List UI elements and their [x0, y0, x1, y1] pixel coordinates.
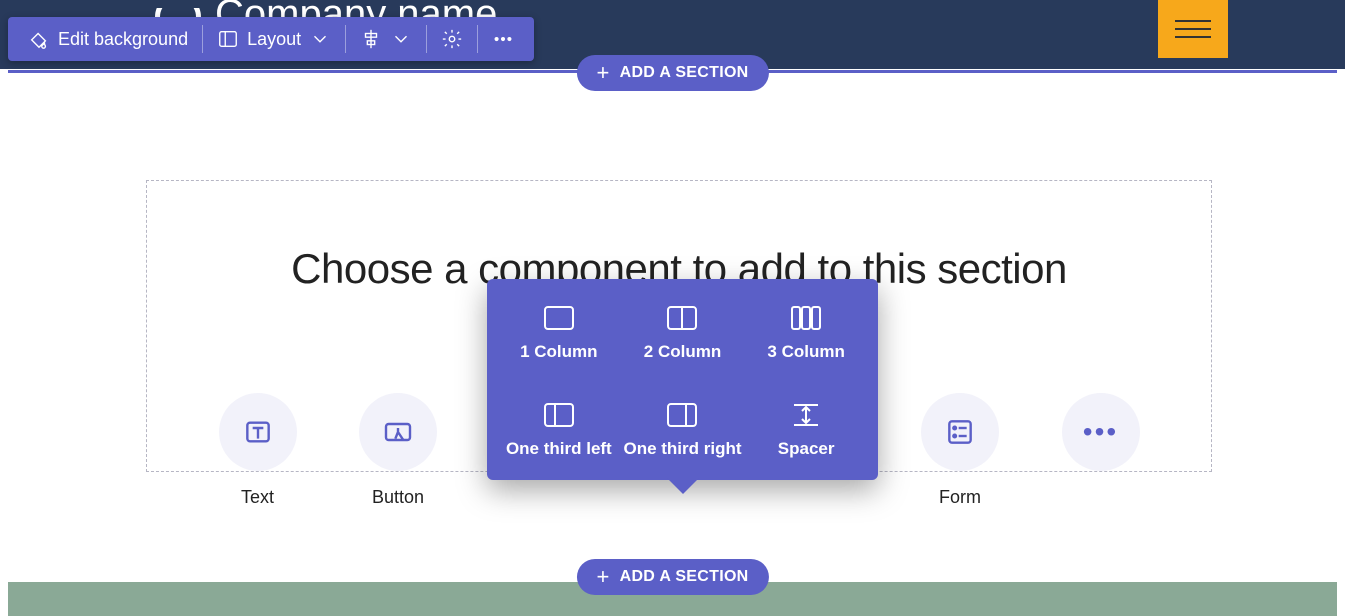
align-button[interactable] [346, 23, 426, 55]
more-button[interactable] [478, 23, 528, 55]
layout-one-third-right-label: One third right [623, 438, 741, 459]
align-center-icon [360, 28, 382, 50]
paint-bucket-icon [28, 28, 50, 50]
layout-1-column-label: 1 Column [520, 341, 597, 362]
component-button-label: Button [372, 487, 424, 508]
edit-background-button[interactable]: Edit background [14, 23, 202, 55]
layout-one-third-left-label: One third left [506, 438, 612, 459]
component-form[interactable]: Form [900, 393, 1020, 508]
layout-1-column[interactable]: 1 Column [497, 305, 621, 362]
plus-icon: + [596, 62, 609, 84]
layout-button[interactable]: Layout [203, 23, 345, 55]
component-form-label: Form [939, 487, 981, 508]
more-horizontal-icon [492, 28, 514, 50]
add-section-label: ADD A SECTION [620, 64, 749, 82]
form-icon [944, 416, 976, 448]
component-text[interactable]: Text [198, 393, 318, 508]
add-section-bottom-button[interactable]: + ADD A SECTION [576, 559, 768, 595]
layout-popover: 1 Column 2 Column 3 Column One third lef… [487, 279, 878, 480]
layout-3-column-label: 3 Column [767, 341, 844, 362]
layout-one-third-left[interactable]: One third left [497, 402, 621, 459]
settings-button[interactable] [427, 23, 477, 55]
text-icon [242, 416, 274, 448]
edit-background-label: Edit background [58, 29, 188, 50]
gear-icon [441, 28, 463, 50]
plus-icon: + [596, 566, 609, 588]
add-section-label: ADD A SECTION [620, 568, 749, 586]
chevron-down-icon [309, 28, 331, 50]
component-button[interactable]: Button [338, 393, 458, 508]
hamburger-menu-button[interactable] [1158, 0, 1228, 58]
more-horizontal-icon: ••• [1083, 425, 1118, 439]
layout-one-third-right[interactable]: One third right [621, 402, 745, 459]
layout-spacer[interactable]: Spacer [744, 402, 868, 459]
layout-3-column[interactable]: 3 Column [744, 305, 868, 362]
component-more[interactable]: ••• [1041, 393, 1161, 508]
component-more-label [1098, 487, 1103, 508]
layout-icon [217, 28, 239, 50]
layout-label: Layout [247, 29, 301, 50]
button-icon [382, 416, 414, 448]
layout-2-column-label: 2 Column [644, 341, 721, 362]
chevron-down-icon [390, 28, 412, 50]
layout-spacer-label: Spacer [778, 438, 835, 459]
layout-2-column[interactable]: 2 Column [621, 305, 745, 362]
component-text-label: Text [241, 487, 274, 508]
section-toolbar: Edit background Layout [8, 17, 534, 61]
add-section-top-button[interactable]: + ADD A SECTION [576, 55, 768, 91]
